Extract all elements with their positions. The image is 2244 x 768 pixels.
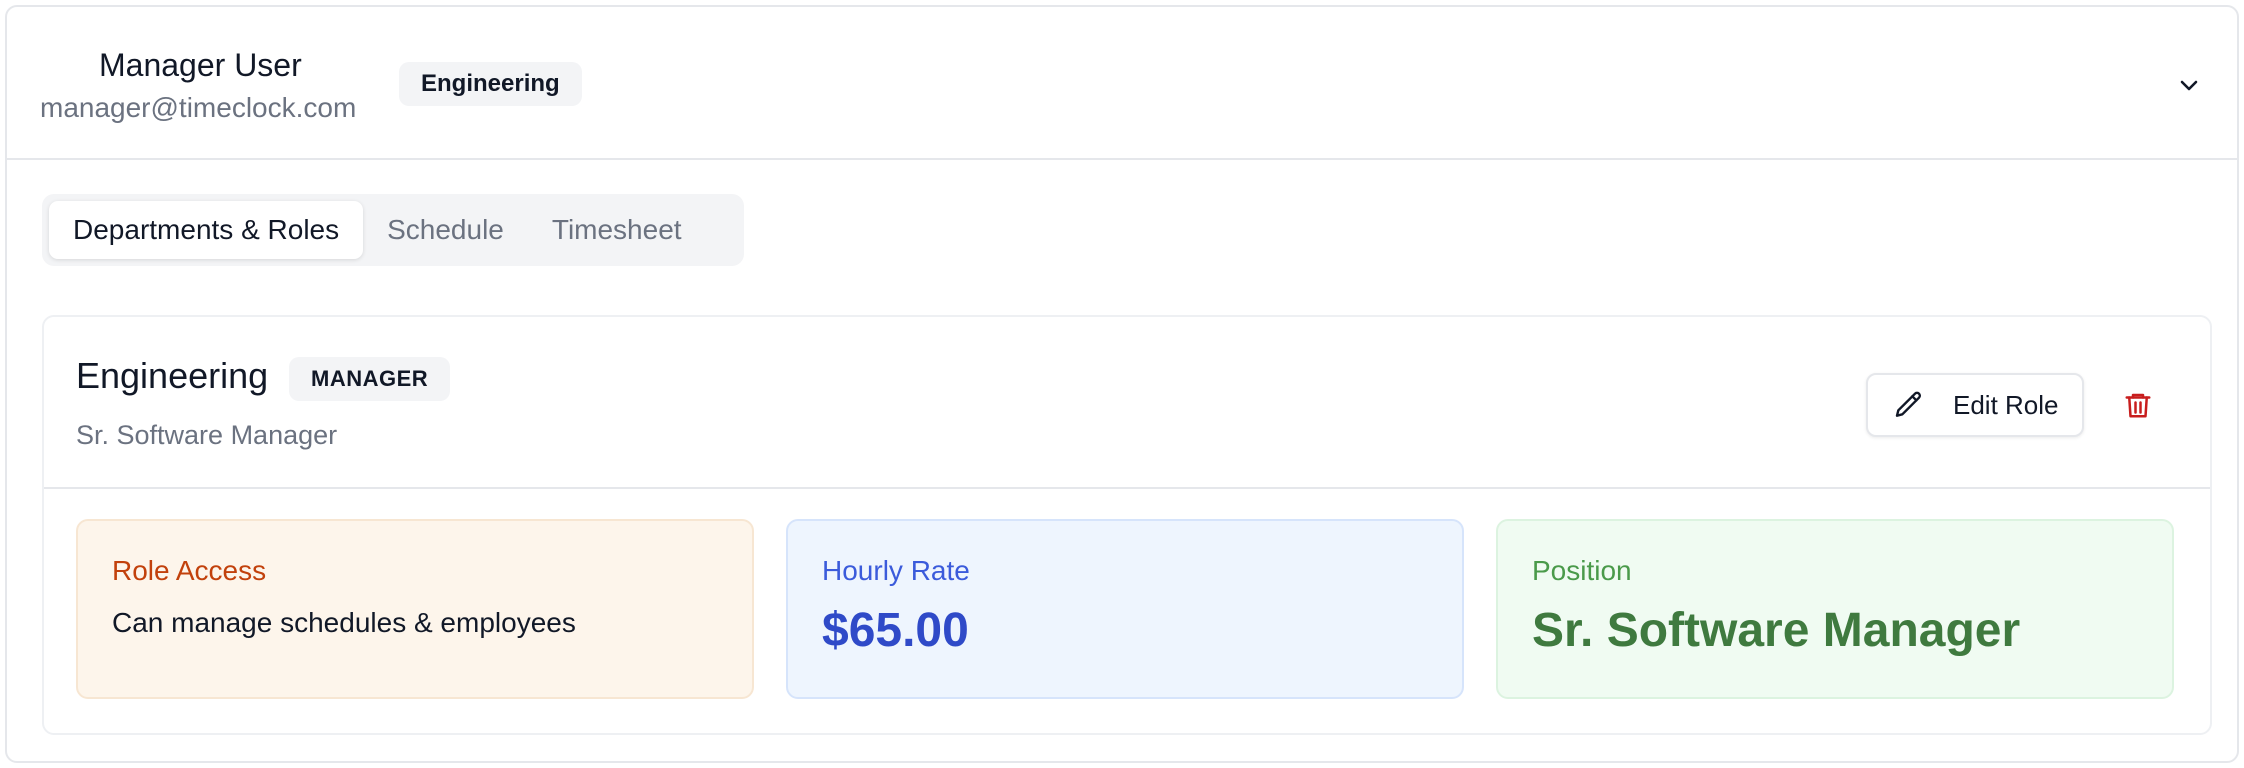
tab-schedule[interactable]: Schedule — [363, 201, 528, 259]
position-box: Position Sr. Software Manager — [1496, 519, 2174, 699]
employee-name: Manager User — [99, 47, 302, 83]
position-value: Sr. Software Manager — [1532, 604, 2021, 657]
role-access-badge: MANAGER — [289, 357, 451, 401]
edit-role-label: Edit Role — [1953, 389, 2059, 420]
employee-card: Manager User manager@timeclock.com Engin… — [5, 5, 2239, 763]
tab-departments-roles[interactable]: Departments & Roles — [49, 201, 364, 259]
pencil-icon — [1893, 389, 1925, 421]
role-card-header: Engineering MANAGER Sr. Software Manager… — [44, 317, 2210, 489]
hourly-rate-label: Hourly Rate — [822, 555, 970, 586]
edit-role-button[interactable]: Edit Role — [1866, 373, 2084, 437]
chevron-down-icon[interactable] — [2171, 67, 2207, 103]
hourly-rate-value: $65.00 — [822, 604, 969, 657]
role-card: Engineering MANAGER Sr. Software Manager… — [42, 315, 2212, 735]
role-department: Engineering — [76, 355, 269, 396]
position-label: Position — [1532, 555, 1632, 586]
role-access-value: Can manage schedules & employees — [112, 607, 576, 638]
tab-timesheet[interactable]: Timesheet — [528, 201, 706, 259]
employee-header[interactable]: Manager User manager@timeclock.com Engin… — [7, 7, 2237, 160]
tab-bar: Departments & Roles Schedule Timesheet — [42, 194, 744, 266]
role-info-row: Role Access Can manage schedules & emplo… — [76, 519, 2174, 699]
employee-email: manager@timeclock.com — [40, 92, 357, 123]
department-badge: Engineering — [399, 62, 582, 106]
hourly-rate-box: Hourly Rate $65.00 — [786, 519, 1464, 699]
role-title: Sr. Software Manager — [76, 420, 338, 450]
role-access-box: Role Access Can manage schedules & emplo… — [76, 519, 754, 699]
role-access-label: Role Access — [112, 555, 267, 586]
trash-icon[interactable] — [2118, 385, 2158, 425]
